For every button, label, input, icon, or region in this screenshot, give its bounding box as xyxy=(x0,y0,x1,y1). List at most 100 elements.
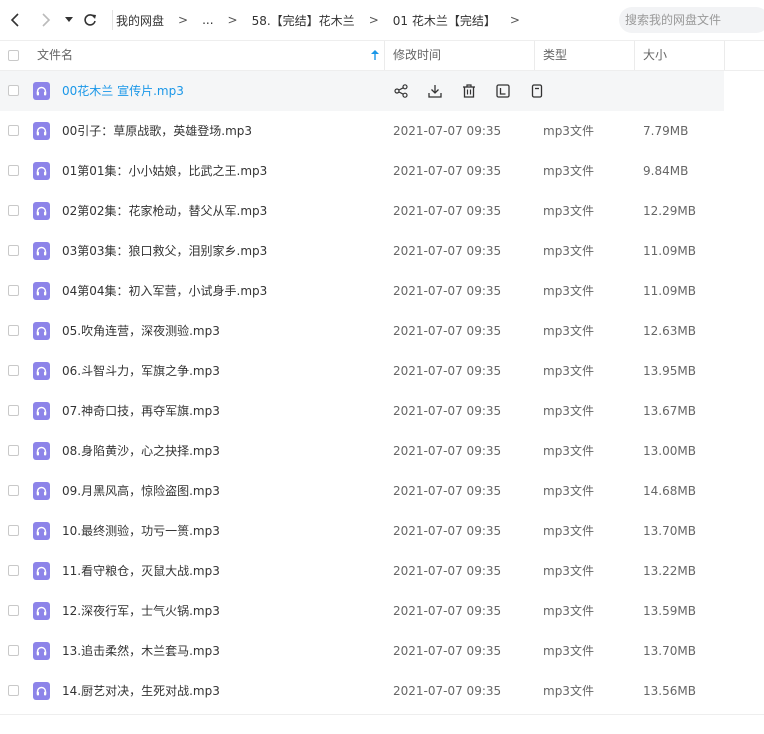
file-row[interactable]: 00引子：草原战歌，英雄登场.mp3 2021-07-07 09:35 mp3文… xyxy=(0,111,724,151)
row-checkbox[interactable] xyxy=(8,525,19,536)
file-size: 12.63MB xyxy=(643,324,696,338)
file-name[interactable]: 08.身陷黄沙，心之抉择.mp3 xyxy=(62,431,220,471)
file-row[interactable]: 06.斗智斗力，军旗之争.mp3 2021-07-07 09:35 mp3文件 … xyxy=(0,351,724,391)
file-name[interactable]: 00花木兰 宣传片.mp3 xyxy=(62,71,184,111)
file-type: mp3文件 xyxy=(543,324,594,338)
rename-button[interactable] xyxy=(494,82,512,100)
row-checkbox[interactable] xyxy=(8,325,19,336)
file-type: mp3文件 xyxy=(543,524,594,538)
forward-button[interactable] xyxy=(35,8,57,32)
headphones-icon xyxy=(36,566,47,576)
column-header-type[interactable]: 类型 xyxy=(543,41,567,70)
file-row[interactable]: 12.深夜行军，士气火锅.mp3 2021-07-07 09:35 mp3文件 … xyxy=(0,591,724,631)
file-name[interactable]: 02第02集：花家枪动，替父从军.mp3 xyxy=(62,191,267,231)
file-size: 13.56MB xyxy=(643,684,696,698)
row-checkbox[interactable] xyxy=(8,485,19,496)
select-all-checkbox[interactable] xyxy=(8,50,19,61)
file-modified-time: 2021-07-07 09:35 xyxy=(393,204,502,218)
row-checkbox[interactable] xyxy=(8,205,19,216)
file-name[interactable]: 07.神奇口技，再夺军旗.mp3 xyxy=(62,391,220,431)
file-row[interactable]: 01第01集：小小姑娘，比武之王.mp3 2021-07-07 09:35 mp… xyxy=(0,151,724,191)
file-row[interactable]: 05.吹角连营，深夜测验.mp3 2021-07-07 09:35 mp3文件 … xyxy=(0,311,724,351)
audio-file-icon xyxy=(33,162,50,180)
file-list-header: 文件名 修改时间 类型 大小 xyxy=(0,40,764,71)
file-name[interactable]: 10.最终测验，功亏一篑.mp3 xyxy=(62,511,220,551)
audio-file-icon xyxy=(33,562,50,580)
file-modified-time: 2021-07-07 09:35 xyxy=(393,604,502,618)
file-name[interactable]: 06.斗智斗力，军旗之争.mp3 xyxy=(62,351,220,391)
download-icon xyxy=(428,85,442,98)
file-modified-time: 2021-07-07 09:35 xyxy=(393,324,502,338)
audio-file-icon xyxy=(33,242,50,260)
file-row[interactable]: 14.厨艺对决，生死对战.mp3 2021-07-07 09:35 mp3文件 … xyxy=(0,671,724,711)
file-size: 14.68MB xyxy=(643,484,696,498)
audio-file-icon xyxy=(33,282,50,300)
breadcrumb-current-folder[interactable]: 01 花木兰【完结】 xyxy=(393,12,496,29)
breadcrumb-ellipsis[interactable]: ... xyxy=(202,13,213,27)
file-row[interactable]: 13.追击柔然，木兰套马.mp3 2021-07-07 09:35 mp3文件 … xyxy=(0,631,724,671)
delete-button[interactable] xyxy=(460,82,478,100)
share-button[interactable] xyxy=(392,82,410,100)
row-checkbox[interactable] xyxy=(8,365,19,376)
top-toolbar: 我的网盘 > ... > 58.【完结】花木兰 > 01 花木兰【完结】 > xyxy=(0,0,764,40)
file-type: mp3文件 xyxy=(543,644,594,658)
column-header-name[interactable]: 文件名 xyxy=(37,41,73,70)
file-size: 13.70MB xyxy=(643,644,696,658)
file-name[interactable]: 01第01集：小小姑娘，比武之王.mp3 xyxy=(62,151,267,191)
file-name[interactable]: 09.月黑风高，惊险盗图.mp3 xyxy=(62,471,220,511)
refresh-button[interactable] xyxy=(79,8,101,32)
file-name[interactable]: 13.追击柔然，木兰套马.mp3 xyxy=(62,631,220,671)
row-checkbox[interactable] xyxy=(8,165,19,176)
list-bottom-border xyxy=(0,714,764,715)
breadcrumb-folder[interactable]: 58.【完结】花木兰 xyxy=(252,12,355,29)
file-type: mp3文件 xyxy=(543,564,594,578)
file-name[interactable]: 11.看守粮仓，灭鼠大战.mp3 xyxy=(62,551,220,591)
sort-ascending-icon[interactable] xyxy=(370,49,380,61)
file-row[interactable]: 02第02集：花家枪动，替父从军.mp3 2021-07-07 09:35 mp… xyxy=(0,191,724,231)
file-size: 11.09MB xyxy=(643,244,696,258)
file-row[interactable]: 09.月黑风高，惊险盗图.mp3 2021-07-07 09:35 mp3文件 … xyxy=(0,471,724,511)
row-checkbox[interactable] xyxy=(8,565,19,576)
breadcrumb-separator: > xyxy=(178,13,189,27)
file-size: 11.09MB xyxy=(643,284,696,298)
row-checkbox[interactable] xyxy=(8,245,19,256)
file-row[interactable]: 11.看守粮仓，灭鼠大战.mp3 2021-07-07 09:35 mp3文件 … xyxy=(0,551,724,591)
file-name[interactable]: 12.深夜行军，士气火锅.mp3 xyxy=(62,591,220,631)
more-icon xyxy=(531,84,543,98)
more-button[interactable] xyxy=(528,82,546,100)
headphones-icon xyxy=(36,86,47,96)
search-input[interactable] xyxy=(619,7,764,33)
back-button[interactable] xyxy=(5,8,27,32)
headphones-icon xyxy=(36,526,47,536)
file-name[interactable]: 03第03集：狼口救父，泪别家乡.mp3 xyxy=(62,231,267,271)
row-checkbox[interactable] xyxy=(8,445,19,456)
file-row[interactable]: 10.最终测验，功亏一篑.mp3 2021-07-07 09:35 mp3文件 … xyxy=(0,511,724,551)
file-row[interactable]: 00花木兰 宣传片.mp3 xyxy=(0,71,724,111)
row-checkbox[interactable] xyxy=(8,685,19,696)
file-modified-time: 2021-07-07 09:35 xyxy=(393,284,502,298)
column-header-modified[interactable]: 修改时间 xyxy=(393,41,441,70)
row-checkbox[interactable] xyxy=(8,645,19,656)
row-checkbox[interactable] xyxy=(8,605,19,616)
file-name[interactable]: 05.吹角连营，深夜测验.mp3 xyxy=(62,311,220,351)
column-header-size[interactable]: 大小 xyxy=(643,41,667,70)
column-divider xyxy=(534,41,535,70)
download-button[interactable] xyxy=(426,82,444,100)
rename-icon xyxy=(496,84,510,98)
file-name[interactable]: 00引子：草原战歌，英雄登场.mp3 xyxy=(62,111,252,151)
file-size: 13.59MB xyxy=(643,604,696,618)
file-name[interactable]: 14.厨艺对决，生死对战.mp3 xyxy=(62,671,220,711)
file-name[interactable]: 04第04集：初入军营，小试身手.mp3 xyxy=(62,271,267,311)
history-dropdown-button[interactable] xyxy=(60,8,78,32)
file-row[interactable]: 08.身陷黄沙，心之抉择.mp3 2021-07-07 09:35 mp3文件 … xyxy=(0,431,724,471)
row-checkbox[interactable] xyxy=(8,405,19,416)
file-row[interactable]: 03第03集：狼口救父，泪别家乡.mp3 2021-07-07 09:35 mp… xyxy=(0,231,724,271)
file-row[interactable]: 04第04集：初入军营，小试身手.mp3 2021-07-07 09:35 mp… xyxy=(0,271,724,311)
headphones-icon xyxy=(36,406,47,416)
breadcrumb-root[interactable]: 我的网盘 xyxy=(116,12,164,29)
row-checkbox[interactable] xyxy=(8,125,19,136)
row-checkbox[interactable] xyxy=(8,85,19,96)
row-checkbox[interactable] xyxy=(8,285,19,296)
file-row[interactable]: 07.神奇口技，再夺军旗.mp3 2021-07-07 09:35 mp3文件 … xyxy=(0,391,724,431)
row-actions xyxy=(392,82,562,100)
